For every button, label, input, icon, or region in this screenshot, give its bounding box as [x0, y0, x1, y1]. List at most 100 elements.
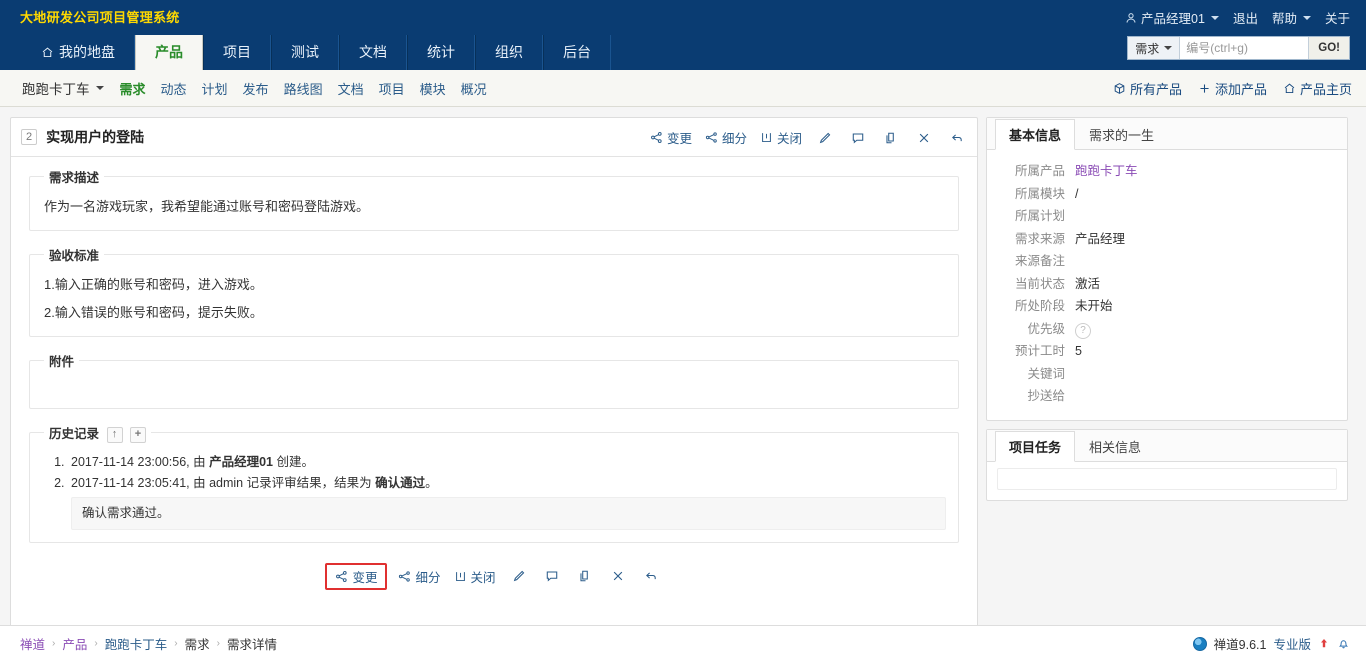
change-button[interactable]: 变更	[650, 128, 692, 147]
module-link-project[interactable]: 项目	[379, 79, 405, 98]
nav-tab-label: 我的地盘	[59, 44, 115, 60]
module-link-plan[interactable]: 计划	[202, 79, 228, 98]
story-body: 需求描述 作为一名游戏玩家，我希望能通过账号和密码登陆游戏。 验收标准 1.输入…	[11, 157, 977, 602]
info-label: 抄送给	[1027, 389, 1065, 403]
close-story-button[interactable]: 关闭	[760, 128, 802, 147]
tab-project-task[interactable]: 项目任务	[995, 430, 1076, 462]
arrow-up-icon[interactable]	[1318, 637, 1330, 650]
subdivide-button-bottom[interactable]: 细分	[398, 567, 441, 586]
top-header: 大地研发公司项目管理系统 产品经理01 退出 帮助 关于 我的地盘 产品 项目 …	[0, 0, 1366, 70]
search-go-button[interactable]: GO!	[1308, 37, 1349, 59]
module-link-module[interactable]: 模块	[420, 79, 446, 98]
home-icon	[1283, 82, 1296, 95]
close-story-label: 关闭	[470, 570, 496, 585]
history-period-2: 。	[425, 475, 438, 490]
module-link-dynamic[interactable]: 动态	[161, 79, 187, 98]
close-box-icon	[760, 131, 773, 144]
history-collapse-button[interactable]: ↑	[106, 426, 123, 443]
add-product-button[interactable]: 添加产品	[1198, 79, 1267, 98]
module-link-doc[interactable]: 文档	[338, 79, 364, 98]
subdivide-label: 细分	[415, 570, 441, 585]
info-value-source: 产品经理	[1075, 231, 1126, 246]
zentao-logo-icon	[1192, 636, 1207, 651]
module-link-release[interactable]: 发布	[243, 79, 269, 98]
logout-link[interactable]: 退出	[1233, 8, 1258, 27]
module-link-roadmap[interactable]: 路线图	[284, 79, 323, 98]
all-products-button[interactable]: 所有产品	[1113, 79, 1182, 98]
story-history-block: 历史记录 ↑ + 2017-11-14 23:00:56, 由 产品经理01 创…	[29, 423, 959, 543]
module-link-story[interactable]: 需求	[120, 79, 146, 98]
edit-button[interactable]	[815, 131, 835, 145]
copy-icon	[578, 569, 592, 583]
comment-icon	[851, 131, 865, 145]
story-files-legend: 附件	[49, 355, 75, 369]
info-value-product-link[interactable]: 跑跑卡丁车	[1075, 160, 1138, 183]
cube-icon	[1113, 82, 1126, 95]
comment-button[interactable]	[848, 131, 868, 145]
nav-tab-doc[interactable]: 文档	[339, 35, 407, 70]
nav-tab-company[interactable]: 组织	[475, 35, 543, 70]
breadcrumb-product[interactable]: 产品	[62, 634, 87, 653]
history-action-1: 创建。	[272, 454, 314, 469]
info-row-plan: 所属计划	[999, 205, 1335, 228]
info-label: 所属模块	[1014, 186, 1065, 201]
back-button-bottom[interactable]	[641, 569, 661, 583]
copy-button[interactable]	[881, 131, 901, 145]
story-bottom-actions: 变更 细分 关闭	[29, 557, 959, 602]
x-icon	[611, 569, 625, 583]
delete-button-bottom[interactable]	[608, 569, 628, 583]
close-story-button-bottom[interactable]: 关闭	[454, 567, 496, 586]
nav-tab-admin[interactable]: 后台	[543, 35, 611, 70]
history-comment: 确认需求通过。	[71, 496, 946, 530]
breadcrumb-zentao[interactable]: 禅道	[20, 634, 45, 653]
delete-button[interactable]	[914, 131, 934, 145]
history-result-2: 确认通过	[375, 475, 426, 490]
history-list: 2017-11-14 23:00:56, 由 产品经理01 创建。 2017-1…	[42, 453, 946, 530]
edit-button-bottom[interactable]	[509, 569, 529, 583]
breadcrumb-separator: ›	[174, 638, 178, 649]
change-button-bottom[interactable]: 变更	[325, 562, 388, 590]
tab-story-life[interactable]: 需求的一生	[1075, 119, 1168, 150]
info-label: 优先级	[1027, 321, 1065, 336]
subdivide-button[interactable]: 细分	[705, 128, 747, 147]
add-product-label: 添加产品	[1214, 82, 1267, 97]
search-input[interactable]	[1180, 37, 1309, 59]
info-value-stage: 未开始	[1075, 299, 1113, 313]
back-button[interactable]	[947, 131, 967, 145]
history-expand-button[interactable]: +	[129, 426, 146, 443]
breadcrumb-product-name[interactable]: 跑跑卡丁车	[105, 634, 168, 653]
help-menu[interactable]: 帮助	[1272, 8, 1311, 27]
story-detail-panel: 2 实现用户的登陆 变更 细分 关闭 需求描述 作为一名游戏玩家，我希望能通过账…	[10, 117, 978, 661]
info-row-keywords: 关键词	[999, 363, 1335, 386]
share-icon	[335, 570, 348, 583]
module-links: 需求 动态 计划 发布 路线图 文档 项目 模块 概况	[120, 79, 487, 98]
nav-tab-my[interactable]: 我的地盘	[22, 35, 135, 70]
product-home-button[interactable]: 产品主页	[1283, 79, 1352, 98]
tab-basic-info[interactable]: 基本信息	[995, 119, 1076, 150]
search-type-select[interactable]: 需求	[1128, 37, 1181, 59]
nav-tab-product[interactable]: 产品	[135, 35, 203, 70]
nav-tab-report[interactable]: 统计	[407, 35, 475, 70]
history-action-2: 记录评审结果，结果为	[243, 475, 376, 490]
comment-button-bottom[interactable]	[542, 569, 562, 583]
task-panel-tabs: 项目任务 相关信息	[987, 429, 1347, 462]
breadcrumb-story-detail: 需求详情	[226, 638, 277, 652]
nav-tab-label: 后台	[563, 44, 591, 60]
nav-tab-project[interactable]: 项目	[203, 35, 271, 70]
product-picker[interactable]: 跑跑卡丁车	[22, 78, 104, 98]
back-arrow-icon	[950, 131, 964, 145]
tab-related-info[interactable]: 相关信息	[1075, 431, 1155, 462]
user-account-menu[interactable]: 产品经理01	[1125, 8, 1219, 27]
about-link[interactable]: 关于	[1325, 8, 1350, 27]
search-type-label: 需求	[1135, 41, 1160, 56]
criteria-line-2: 2.输入错误的账号和密码，提示失败。	[44, 305, 263, 320]
info-row-estimate: 预计工时 5	[999, 340, 1335, 363]
footer-right: 禅道9.6.1 专业版	[1192, 634, 1350, 653]
history-actor-2: admin	[209, 475, 244, 490]
module-link-overview[interactable]: 概况	[461, 79, 487, 98]
nav-tab-test[interactable]: 测试	[271, 35, 339, 70]
bell-icon[interactable]	[1337, 637, 1350, 650]
nav-tab-label: 组织	[495, 44, 523, 60]
copy-button-bottom[interactable]	[575, 569, 595, 583]
info-label: 预计工时	[1014, 344, 1065, 358]
